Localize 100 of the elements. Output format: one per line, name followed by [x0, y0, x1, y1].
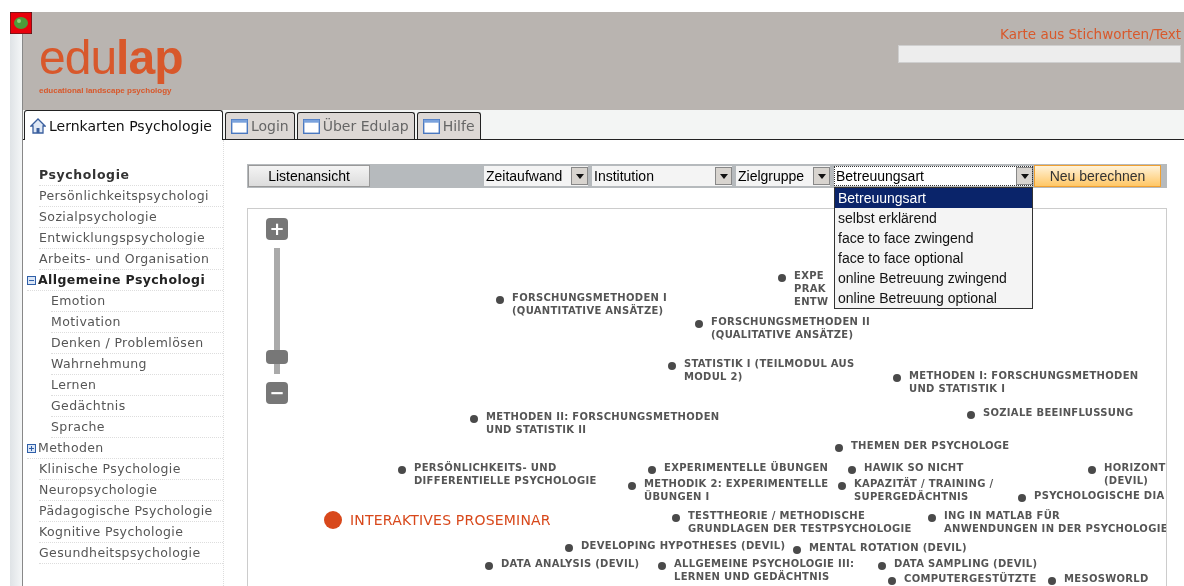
- tab[interactable]: Lernkarten Psychologie: [24, 110, 223, 140]
- caret-icon: [571, 167, 588, 185]
- sidebar-item[interactable]: Arbeits- und Organisation: [39, 249, 210, 269]
- sidebar-item[interactable]: Entwicklungspsychologie: [39, 228, 205, 248]
- sidebar-item[interactable]: Klinische Psychologie: [39, 459, 181, 479]
- tree-toggle-icon[interactable]: [27, 275, 36, 285]
- map-node-label[interactable]: TESTTHEORIE / METHODISCHE GRUNDLAGEN DER TESTPSYCHOLOGIE: [688, 509, 912, 535]
- map-node-dot[interactable]: [398, 466, 406, 474]
- map-node-dot[interactable]: [838, 482, 846, 490]
- map-node-label[interactable]: PSYCHOLOGISCHE DIA: [1034, 489, 1165, 502]
- map-node-label[interactable]: SOZIALE BEEINFLUSSUNG: [983, 406, 1134, 419]
- dropdown-option[interactable]: Betreuungsart: [835, 188, 1032, 208]
- map-node-dot[interactable]: [928, 514, 936, 522]
- recalculate-button[interactable]: Neu berechnen: [1034, 165, 1161, 187]
- dropdown-option[interactable]: selbst erklärend: [835, 208, 1032, 228]
- map-node-dot[interactable]: [672, 514, 680, 522]
- dropdown[interactable]: Institution: [592, 166, 732, 186]
- map-node-dot[interactable]: [893, 374, 901, 382]
- map-node-label[interactable]: METHODEN II: FORSCHUNGSMETHODEN UND STATISTIK II: [486, 410, 720, 436]
- sidebar-item[interactable]: Gesundheitspsychologie: [39, 543, 201, 563]
- map-node-label[interactable]: DATA SAMPLING (DEVIL): [894, 557, 1038, 570]
- dropdown-option[interactable]: face to face optional: [835, 248, 1032, 268]
- map-node-label[interactable]: HAWIK SO NICHT: [864, 461, 964, 474]
- caret-icon: [715, 167, 732, 185]
- map-node-label[interactable]: PERSÖNLICHKEITS- UND DIFFERENTIELLE PSYCHOLOGIE: [414, 461, 597, 487]
- sidebar-item[interactable]: Emotion: [51, 291, 106, 311]
- map-node-label[interactable]: MENTAL ROTATION (DEVIL): [809, 541, 967, 554]
- map-node-label[interactable]: THEMEN DER PSYCHOLOGE: [851, 439, 1010, 452]
- map-node-dot[interactable]: [967, 411, 975, 419]
- list-view-button[interactable]: Listenansicht: [248, 165, 370, 187]
- tab[interactable]: Über Edulap: [296, 112, 415, 139]
- map-node-label[interactable]: DEVELOPING HYPOTHESES (DEVIL): [581, 539, 786, 552]
- map-node-dot[interactable]: [668, 362, 676, 370]
- map-node-dot[interactable]: [485, 562, 493, 570]
- map-node-label[interactable]: METHODEN I: FORSCHUNGSMETHODEN UND STATISTIK I: [909, 369, 1139, 395]
- tree-toggle-icon[interactable]: [27, 443, 36, 453]
- map-node-dot[interactable]: [1088, 466, 1096, 474]
- map-node-dot[interactable]: [324, 511, 342, 529]
- sidebar-item[interactable]: Gedächtnis: [51, 396, 126, 416]
- map-node-dot[interactable]: [648, 466, 656, 474]
- window-icon: [230, 118, 248, 134]
- map-node-dot[interactable]: [658, 562, 666, 570]
- slider-thumb[interactable]: [266, 349, 288, 364]
- map-node-dot[interactable]: [793, 546, 801, 554]
- map-node-dot[interactable]: [695, 320, 703, 328]
- dropdown[interactable]: Zielgruppe: [736, 166, 830, 186]
- window-icon: [302, 118, 320, 134]
- sidebar-item[interactable]: Sozialpsychologie: [39, 207, 158, 227]
- dropdown-option[interactable]: face to face zwingend: [835, 228, 1032, 248]
- dropdown[interactable]: Betreuungsart: [834, 166, 1033, 186]
- map-node-dot[interactable]: [496, 296, 504, 304]
- search-label: Karte aus Stichworten/Text: [1000, 26, 1181, 42]
- tab[interactable]: Login: [224, 112, 295, 139]
- map-node-label[interactable]: HORIZONT (DEVIL): [1104, 461, 1166, 487]
- map-node-label[interactable]: STATISTIK I (TEILMODUL AUS MODUL 2): [684, 357, 855, 383]
- map-node-label[interactable]: FORSCHUNGSMETHODEN II (QUALITATIVE ANSÄTZE): [711, 315, 871, 341]
- map-node-dot[interactable]: [888, 577, 896, 585]
- map-node-dot[interactable]: [778, 274, 786, 282]
- map-node-label[interactable]: EXPE PRAK ENTW: [794, 269, 829, 308]
- map-node-label[interactable]: MESOSWORLD: [1064, 572, 1149, 585]
- dropdown[interactable]: Zeitaufwand: [484, 166, 588, 186]
- map-node-dot[interactable]: [848, 466, 856, 474]
- home-icon: [30, 117, 46, 134]
- map-node-dot[interactable]: [628, 482, 636, 490]
- bug-icon: [10, 12, 32, 34]
- dropdown-option[interactable]: online Betreuung zwingend: [835, 268, 1032, 288]
- zoom-out-button[interactable]: −: [266, 382, 288, 404]
- window-icon: [422, 118, 440, 134]
- map-node-label[interactable]: FORSCHUNGSMETHODEN I (QUANTITATIVE ANSÄTZE): [512, 291, 668, 317]
- sidebar-item[interactable]: Neuropsychologie: [39, 480, 158, 500]
- map-node-dot[interactable]: [470, 415, 478, 423]
- map-node-dot[interactable]: [1048, 577, 1056, 585]
- map-node-label[interactable]: EXPERIMENTELLE ÜBUNGEN: [664, 461, 829, 474]
- sidebar-item[interactable]: Persönlichkeitspsychologi: [39, 186, 209, 206]
- map-node-label[interactable]: INTERAKTIVES PROSEMINAR: [350, 511, 551, 529]
- sidebar-item[interactable]: Motivation: [51, 312, 121, 332]
- map-node-dot[interactable]: [565, 544, 573, 552]
- map-node-label[interactable]: COMPUTERGESTÜTZTE: [904, 572, 1037, 585]
- sidebar-item[interactable]: Lernen: [51, 375, 97, 395]
- sidebar-item[interactable]: Allgemeine Psychologi: [38, 270, 206, 290]
- zoom-in-button[interactable]: +: [266, 218, 288, 240]
- caret-icon: [1016, 167, 1033, 185]
- search-field[interactable]: [898, 45, 1181, 63]
- logo: edulap: [39, 34, 183, 82]
- dropdown-option[interactable]: online Betreuung optional: [835, 288, 1032, 308]
- map-node-label[interactable]: ALLGEMEINE PSYCHOLOGIE III: LERNEN UND GEDÄCHTNIS: [674, 557, 855, 583]
- sidebar-item[interactable]: Methoden: [38, 438, 104, 458]
- sidebar-item[interactable]: Sprache: [51, 417, 105, 437]
- map-node-dot[interactable]: [1018, 494, 1026, 502]
- sidebar-item[interactable]: Denken / Problemlösen: [51, 333, 204, 353]
- map-node-dot[interactable]: [835, 444, 843, 452]
- map-node-label[interactable]: METHODIK 2: EXPERIMENTELLE ÜBUNGEN I: [644, 477, 829, 503]
- sidebar-item[interactable]: Pädagogische Psychologie: [39, 501, 213, 521]
- tab[interactable]: Hilfe: [416, 112, 481, 139]
- sidebar-heading[interactable]: Psychologie: [39, 165, 223, 186]
- sidebar-item[interactable]: Kognitive Psychologie: [39, 522, 184, 542]
- map-node-dot[interactable]: [878, 562, 886, 570]
- map-node-label[interactable]: KAPAZITÄT / TRAINING / SUPERGEDÄCHTNIS: [854, 477, 994, 503]
- map-node-label[interactable]: DATA ANALYSIS (DEVIL): [501, 557, 640, 570]
- sidebar-item[interactable]: Wahrnehmung: [51, 354, 147, 374]
